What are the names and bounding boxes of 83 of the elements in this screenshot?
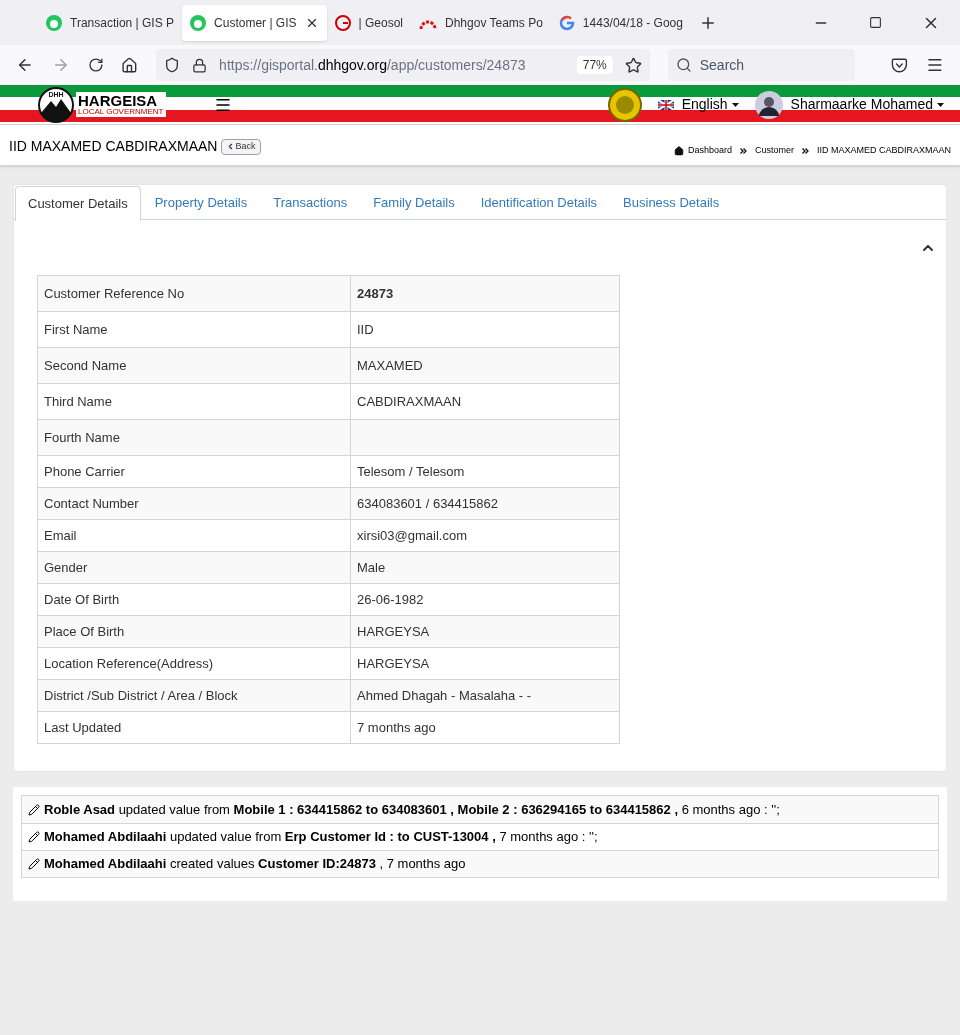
breadcrumb-link[interactable]: Customer [754, 144, 794, 158]
bookmark-star-icon[interactable] [624, 56, 642, 74]
table-cell: Last Updated [37, 711, 351, 744]
search-icon [675, 57, 692, 73]
home-icon[interactable] [121, 56, 139, 74]
gis-logo-icon [190, 14, 207, 31]
tab[interactable]: Family Details [361, 186, 467, 220]
browser-tab[interactable]: 1443/04/18 - Goog [550, 4, 691, 41]
caret-icon [937, 102, 944, 107]
browser-tab[interactable]: Dhhgov Teams Po [411, 4, 551, 41]
maximize-icon[interactable] [869, 16, 882, 29]
table-cell: Ahmed Dhagah - Masalaha - - [350, 679, 620, 712]
table-cell: Email [37, 519, 351, 552]
url-text: https://gisportal.dhhgov.org/app/customers/24873 [219, 55, 526, 75]
tab-title: Dhhgov Teams Po [445, 14, 543, 32]
caret-icon [731, 102, 739, 107]
tab-title: Customer | GIS [214, 14, 297, 32]
back-icon[interactable] [16, 56, 34, 74]
history-entry: Roble Asad updated value from Mobile 1 : 634415862 to 634083601 , Mobile 2 : 636294165 to 634415862 , 6 months ago : ''; [44, 800, 780, 819]
browser-tab[interactable]: Customer | GIS [182, 4, 327, 41]
google-logo-icon [558, 14, 575, 31]
search-field[interactable]: Search [667, 49, 856, 81]
table-cell: District /Sub District / Area / Block [37, 679, 351, 712]
gis-logo-icon [46, 14, 62, 31]
logo-subtitle: LOCAL GOVERNMENT [78, 108, 164, 116]
back-button[interactable]: Back [221, 138, 261, 155]
browser-tab[interactable]: | Geosol [326, 4, 411, 41]
table-cell: Telesom / Telesom [350, 455, 620, 488]
g-logo-icon [334, 14, 351, 31]
tab[interactable]: Transactions [261, 186, 360, 220]
table-cell: First Name [37, 311, 351, 348]
menu-icon[interactable] [926, 56, 944, 74]
tab-title: Transaction | GIS P [70, 14, 175, 32]
table-cell: Second Name [37, 347, 351, 384]
edit-icon [28, 803, 40, 816]
table-cell: Phone Carrier [37, 455, 351, 488]
tab[interactable]: Customer Details [15, 186, 141, 221]
table-cell: xirsi03@gmail.com [350, 519, 620, 552]
table-cell: MAXAMED [350, 347, 620, 384]
table-cell: Contact Number [37, 487, 351, 520]
table-cell: HARGEYSA [350, 647, 620, 680]
table-cell: Third Name [37, 383, 351, 420]
history-entry: Mohamed Abdilaahi created values Customer ID:24873 , 7 months ago [44, 855, 466, 874]
edit-icon [28, 831, 40, 843]
table-cell: Place Of Birth [37, 615, 351, 648]
tab-title: | Geosol [358, 14, 403, 32]
user-dropdown[interactable]: Sharmaarke Mohamed [790, 94, 944, 115]
history-entry: Mohamed Abdilaahi updated value from Erp Customer Id : to CUST-13004 , 7 months ago : ''; [44, 828, 598, 847]
table-cell: Location Reference(Address) [37, 647, 351, 680]
home-icon [673, 145, 684, 156]
tab[interactable]: Business Details [611, 186, 732, 220]
lock-icon [192, 57, 208, 73]
table-cell: IID [350, 311, 620, 348]
tab[interactable]: Property Details [142, 186, 260, 220]
table-cell: HARGEYSA [350, 615, 620, 648]
zoom-badge[interactable]: 77% [576, 56, 613, 74]
shield-icon [164, 57, 181, 73]
flag-icon [657, 99, 674, 110]
table-cell: Gender [37, 551, 351, 584]
double-chevron-icon [739, 147, 747, 154]
language-dropdown[interactable]: English [681, 94, 739, 115]
breadcrumb-link[interactable]: Dashboard [687, 144, 732, 158]
table-cell: 26-06-1982 [350, 583, 620, 616]
avatar-icon [754, 90, 783, 119]
table-cell: Fourth Name [37, 419, 351, 456]
table-cell: 634083601 / 634415862 [350, 487, 620, 520]
table-cell: CABDIRAXMAAN [350, 383, 620, 420]
edit-icon [28, 858, 40, 870]
table-cell: 7 months ago [350, 711, 620, 744]
address-bar[interactable]: https://gisportal.dhhgov.org/app/customers/24873 77% [156, 49, 650, 81]
logo-title: HARGEISA [78, 93, 159, 108]
table-cell: Date Of Birth [37, 583, 351, 616]
table-cell: Customer Reference No [37, 275, 351, 312]
browser-tab[interactable]: Transaction | GIS P [38, 4, 183, 41]
table-cell: Male [350, 551, 620, 584]
emblem-icon [607, 87, 642, 122]
tab-title: 1443/04/18 - Goog [582, 14, 683, 32]
reload-icon[interactable] [87, 57, 104, 73]
double-chevron-icon [801, 147, 809, 154]
tab[interactable]: Identification Details [468, 186, 610, 220]
pocket-icon[interactable] [891, 56, 909, 74]
table-cell: 24873 [350, 275, 620, 312]
page-title: IID MAXAMED CABDIRAXMAAN [9, 137, 218, 156]
